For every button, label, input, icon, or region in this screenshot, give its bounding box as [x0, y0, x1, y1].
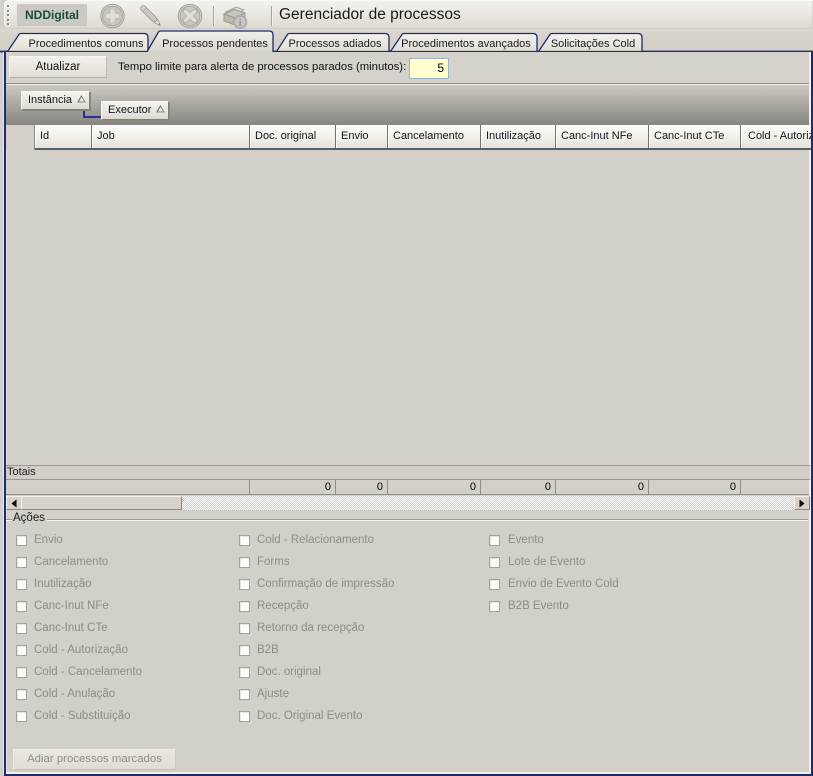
- svg-text:Procedimentos avançados: Procedimentos avançados: [401, 38, 531, 50]
- svg-text:Processos adiados: Processos adiados: [289, 38, 382, 50]
- svg-text:Procedimentos comuns: Procedimentos comuns: [29, 38, 144, 50]
- svg-text:Solicitações Cold: Solicitações Cold: [551, 38, 635, 50]
- svg-text:Processos pendentes: Processos pendentes: [162, 38, 268, 50]
- svg-text:i: i: [239, 18, 242, 29]
